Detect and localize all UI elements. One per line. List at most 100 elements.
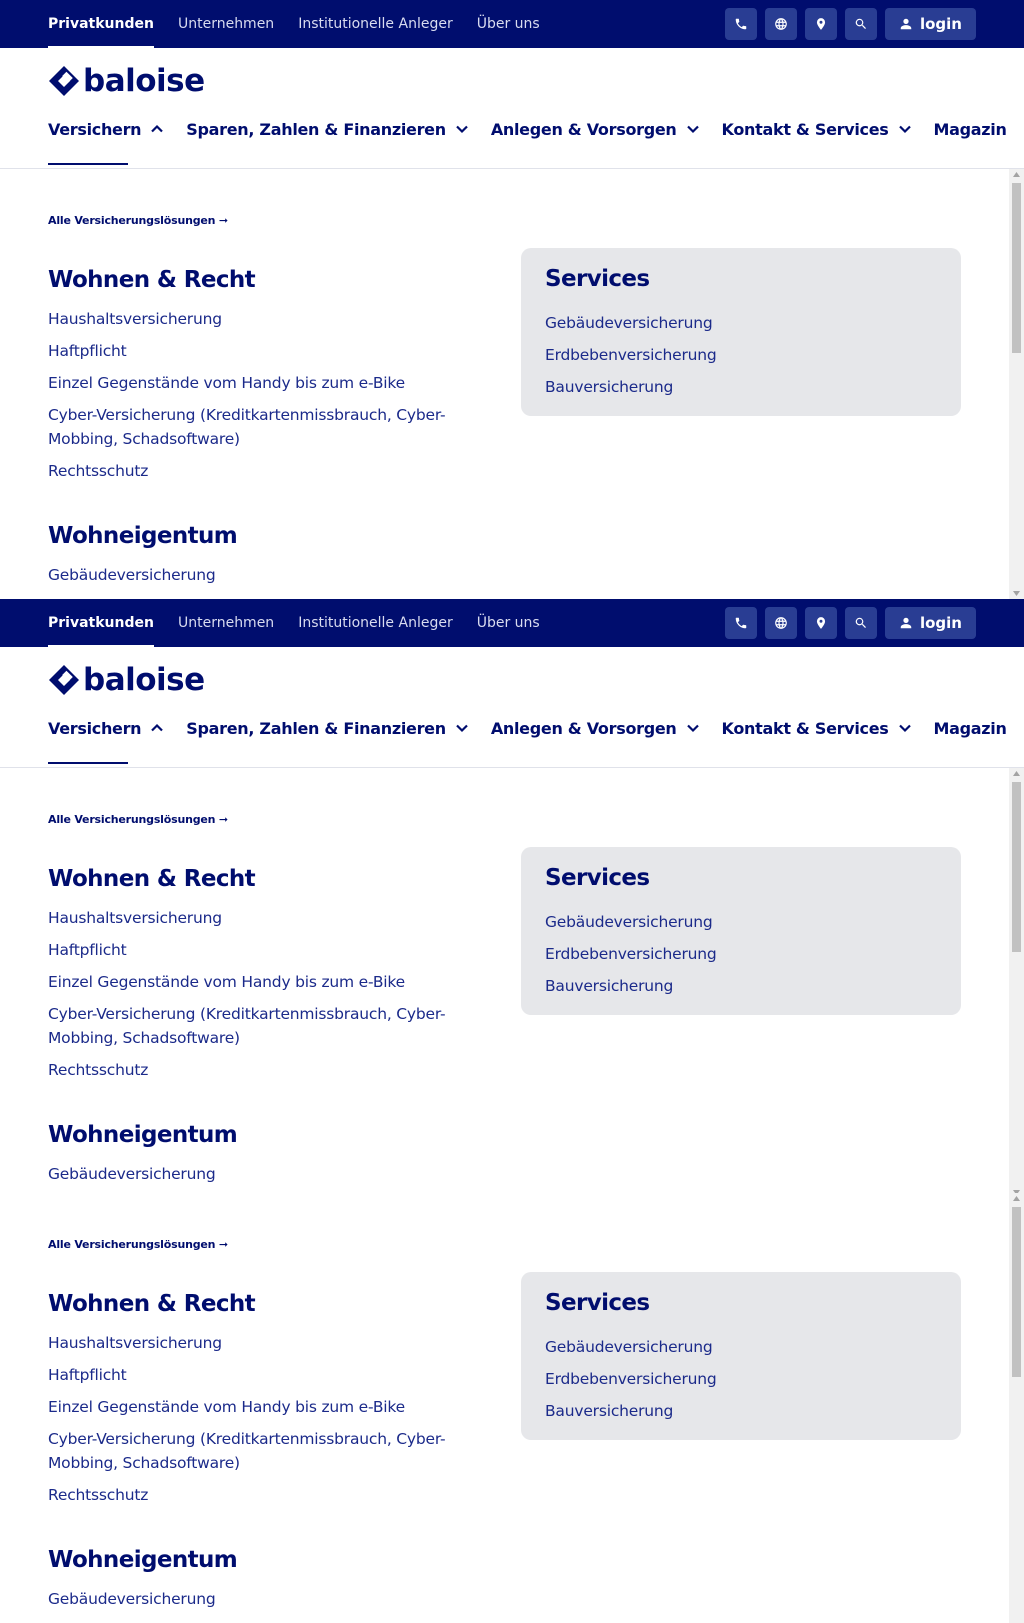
nav-kontakt-services[interactable]: Kontakt & Services [722, 111, 912, 147]
nav-magazin-label: Magazin [933, 718, 1007, 738]
services-title: Services [545, 865, 650, 891]
scroll-up-arrow-icon[interactable] [1012, 1195, 1021, 1202]
nav-versichern[interactable]: Versichern [48, 710, 164, 764]
baloise-logo[interactable]: baloise [48, 63, 205, 99]
link-haftpflicht[interactable]: Haftpflicht [48, 339, 458, 363]
all-solutions-link[interactable]: Alle Versicherungslösungen ➞ [48, 214, 228, 227]
services-box: Services Gebäudeversicherung Erdbebenver… [521, 248, 961, 416]
utility-icons: login [717, 8, 976, 40]
language-button[interactable] [764, 607, 797, 639]
scroll-up-arrow-icon[interactable] [1012, 770, 1021, 777]
scroll-up-arrow-icon[interactable] [1012, 171, 1021, 178]
section-title: Wohneigentum [48, 1122, 238, 1148]
utility-icons: login [717, 607, 976, 639]
chevron-up-icon [151, 124, 164, 133]
nav-sparen-zahlen-finanzieren[interactable]: Sparen, Zahlen & Finanzieren [186, 111, 469, 147]
login-label: login [919, 15, 962, 33]
link-haftpflicht[interactable]: Haftpflicht [48, 938, 458, 962]
phone-button[interactable] [724, 8, 757, 40]
menu-scrollbar[interactable] [1009, 768, 1024, 1198]
search-icon [855, 617, 866, 628]
globe-icon [775, 617, 787, 629]
phone-button[interactable] [724, 607, 757, 639]
link-rechtsschutz[interactable]: Rechtsschutz [48, 459, 458, 483]
nav-magazin[interactable]: Magazin [934, 111, 1007, 147]
link-rechtsschutz[interactable]: Rechtsschutz [48, 1058, 458, 1082]
section-title: Wohneigentum [48, 1547, 238, 1573]
services-link-bauversicherung[interactable]: Bauversicherung [545, 974, 673, 998]
topnav-unternehmen[interactable]: Unternehmen [178, 599, 274, 647]
link-cyber-versicherung-cont[interactable]: Mobbing, Schadsoftware) [48, 427, 458, 451]
wohneigentum-section: Wohneigentum Gebäudeversicherung [48, 1119, 458, 1186]
nav-versichern[interactable]: Versichern [48, 111, 164, 165]
scrollbar-thumb[interactable] [1012, 183, 1021, 353]
nav-sparen-zahlen-finanzieren[interactable]: Sparen, Zahlen & Finanzieren [186, 710, 469, 746]
topnav-unternehmen[interactable]: Unternehmen [178, 0, 274, 48]
nav-anlegen-vorsorgen[interactable]: Anlegen & Vorsorgen [491, 111, 700, 147]
link-haushaltsversicherung[interactable]: Haushaltsversicherung [48, 906, 458, 930]
login-button[interactable]: login [884, 607, 976, 639]
services-link-bauversicherung[interactable]: Bauversicherung [545, 1399, 673, 1423]
versichern-mega-menu: Alle Versicherungslösungen ➞ Wohnen & Re… [0, 1193, 1009, 1623]
services-link-bauversicherung[interactable]: Bauversicherung [545, 375, 673, 399]
link-cyber-versicherung[interactable]: Cyber-Versicherung (Kreditkartenmissbrau… [48, 403, 458, 427]
chevron-down-icon [456, 724, 468, 733]
services-link-gebaeudeversicherung[interactable]: Gebäudeversicherung [545, 1335, 713, 1359]
search-icon [855, 18, 866, 29]
link-cyber-versicherung-cont[interactable]: Mobbing, Schadsoftware) [48, 1451, 458, 1475]
link-haushaltsversicherung[interactable]: Haushaltsversicherung [48, 1331, 458, 1355]
search-button[interactable] [844, 607, 877, 639]
main-header: baloise Versichern Sparen, Zahlen & Fina… [0, 647, 1024, 768]
login-button[interactable]: login [884, 8, 976, 40]
link-gebaeudeversicherung[interactable]: Gebäudeversicherung [48, 1162, 458, 1186]
location-button[interactable] [804, 607, 837, 639]
link-cyber-versicherung[interactable]: Cyber-Versicherung (Kreditkartenmissbrau… [48, 1427, 458, 1451]
brand-name: baloise [83, 63, 205, 99]
search-button[interactable] [844, 8, 877, 40]
all-solutions-link[interactable]: Alle Versicherungslösungen ➞ [48, 813, 228, 826]
chevron-down-icon [898, 724, 911, 733]
link-gebaeudeversicherung[interactable]: Gebäudeversicherung [48, 563, 458, 587]
nav-kontakt-services[interactable]: Kontakt & Services [722, 710, 912, 746]
login-label: login [919, 614, 962, 632]
link-haftpflicht[interactable]: Haftpflicht [48, 1363, 458, 1387]
topnav-privatkunden[interactable]: Privatkunden [48, 599, 154, 647]
scrollbar-thumb[interactable] [1012, 1207, 1021, 1377]
versichern-mega-menu: Alle Versicherungslösungen ➞ Wohnen & Re… [0, 169, 1009, 599]
main-navigation: Versichern Sparen, Zahlen & Finanzieren … [48, 710, 1024, 764]
services-link-erdbebenversicherung[interactable]: Erdbebenversicherung [545, 343, 717, 367]
top-utility-bar: Privatkunden Unternehmen Institutionelle… [0, 599, 1024, 647]
link-cyber-versicherung[interactable]: Cyber-Versicherung (Kreditkartenmissbrau… [48, 1002, 458, 1026]
baloise-logo[interactable]: baloise [48, 662, 205, 698]
chevron-down-icon [898, 125, 911, 134]
link-einzel-gegenstaende[interactable]: Einzel Gegenstände vom Handy bis zum e-B… [48, 1395, 458, 1419]
services-box: Services Gebäudeversicherung Erdbebenver… [521, 847, 961, 1015]
topnav-institutionelle-anleger[interactable]: Institutionelle Anleger [298, 599, 453, 647]
topnav-ueber-uns[interactable]: Über uns [477, 599, 540, 647]
wohnen-recht-section: Wohnen & Recht Haushaltsversicherung Haf… [48, 1288, 458, 1507]
services-link-gebaeudeversicherung[interactable]: Gebäudeversicherung [545, 311, 713, 335]
services-link-gebaeudeversicherung[interactable]: Gebäudeversicherung [545, 910, 713, 934]
user-icon [900, 617, 912, 629]
link-gebaeudeversicherung[interactable]: Gebäudeversicherung [48, 1587, 458, 1611]
topnav-privatkunden[interactable]: Privatkunden [48, 0, 154, 48]
all-solutions-link[interactable]: Alle Versicherungslösungen ➞ [48, 1238, 228, 1251]
topnav-institutionelle-anleger[interactable]: Institutionelle Anleger [298, 0, 453, 48]
nav-magazin[interactable]: Magazin [934, 710, 1007, 746]
link-haushaltsversicherung[interactable]: Haushaltsversicherung [48, 307, 458, 331]
services-link-erdbebenversicherung[interactable]: Erdbebenversicherung [545, 942, 717, 966]
scroll-down-arrow-icon[interactable] [1012, 590, 1021, 597]
topnav-ueber-uns[interactable]: Über uns [477, 0, 540, 48]
link-einzel-gegenstaende[interactable]: Einzel Gegenstände vom Handy bis zum e-B… [48, 970, 458, 994]
link-cyber-versicherung-cont[interactable]: Mobbing, Schadsoftware) [48, 1026, 458, 1050]
link-einzel-gegenstaende[interactable]: Einzel Gegenstände vom Handy bis zum e-B… [48, 371, 458, 395]
menu-scrollbar[interactable] [1009, 169, 1024, 599]
location-button[interactable] [804, 8, 837, 40]
menu-scrollbar[interactable] [1009, 1193, 1024, 1623]
chevron-down-icon [686, 125, 699, 134]
scrollbar-thumb[interactable] [1012, 782, 1021, 952]
nav-anlegen-vorsorgen[interactable]: Anlegen & Vorsorgen [491, 710, 700, 746]
services-link-erdbebenversicherung[interactable]: Erdbebenversicherung [545, 1367, 717, 1391]
link-rechtsschutz[interactable]: Rechtsschutz [48, 1483, 458, 1507]
language-button[interactable] [764, 8, 797, 40]
